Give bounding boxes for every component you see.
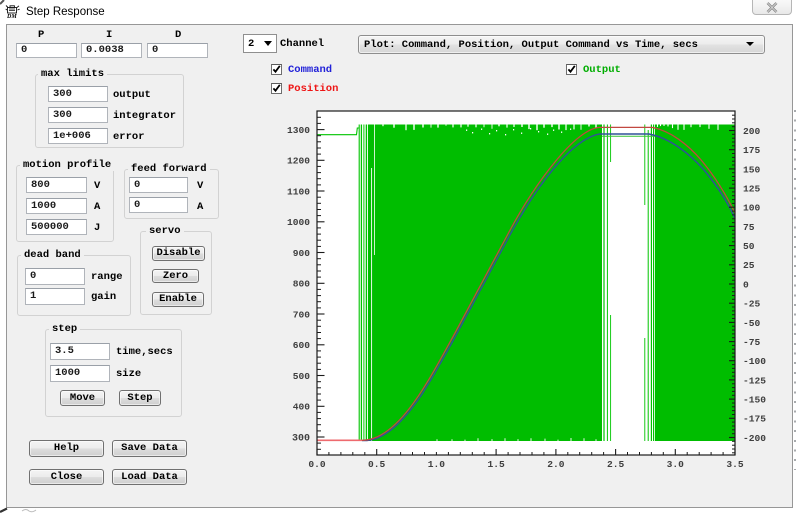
svg-text:400: 400	[293, 402, 311, 413]
svg-text:600: 600	[293, 340, 311, 351]
svg-text:0.0: 0.0	[308, 459, 326, 470]
svg-text:-125: -125	[743, 375, 766, 386]
svg-text:-100: -100	[743, 356, 766, 367]
svg-text:-75: -75	[743, 337, 761, 348]
svg-text:700: 700	[293, 309, 311, 320]
svg-text:150: 150	[743, 164, 761, 175]
svg-text:1.5: 1.5	[487, 459, 505, 470]
svg-text:2.5: 2.5	[607, 459, 625, 470]
svg-text:DM: DM	[6, 14, 17, 20]
svg-text:2.0: 2.0	[547, 459, 565, 470]
svg-text:50: 50	[743, 241, 755, 252]
svg-text:-25: -25	[743, 299, 761, 310]
svg-text:3.0: 3.0	[667, 459, 685, 470]
svg-text:3.5: 3.5	[726, 459, 744, 470]
svg-text:800: 800	[293, 279, 311, 290]
svg-text:0: 0	[743, 279, 749, 290]
svg-text:-175: -175	[743, 414, 766, 425]
svg-text:0.5: 0.5	[368, 459, 386, 470]
svg-text:1.0: 1.0	[428, 459, 446, 470]
svg-text:1200: 1200	[287, 156, 310, 167]
svg-text:500: 500	[293, 371, 311, 382]
svg-text:175: 175	[743, 145, 761, 156]
svg-text:-200: -200	[743, 433, 766, 444]
svg-text:100: 100	[743, 203, 761, 214]
svg-text:200: 200	[743, 126, 761, 137]
svg-text:25: 25	[743, 260, 755, 271]
svg-text:1300: 1300	[287, 125, 310, 136]
svg-text:75: 75	[743, 222, 755, 233]
svg-text:1000: 1000	[287, 217, 310, 228]
svg-text:900: 900	[293, 248, 311, 259]
svg-text:1100: 1100	[287, 186, 310, 197]
svg-text:125: 125	[743, 184, 761, 195]
svg-text:-50: -50	[743, 318, 761, 329]
svg-text:-150: -150	[743, 395, 766, 406]
svg-text:300: 300	[292, 433, 310, 444]
